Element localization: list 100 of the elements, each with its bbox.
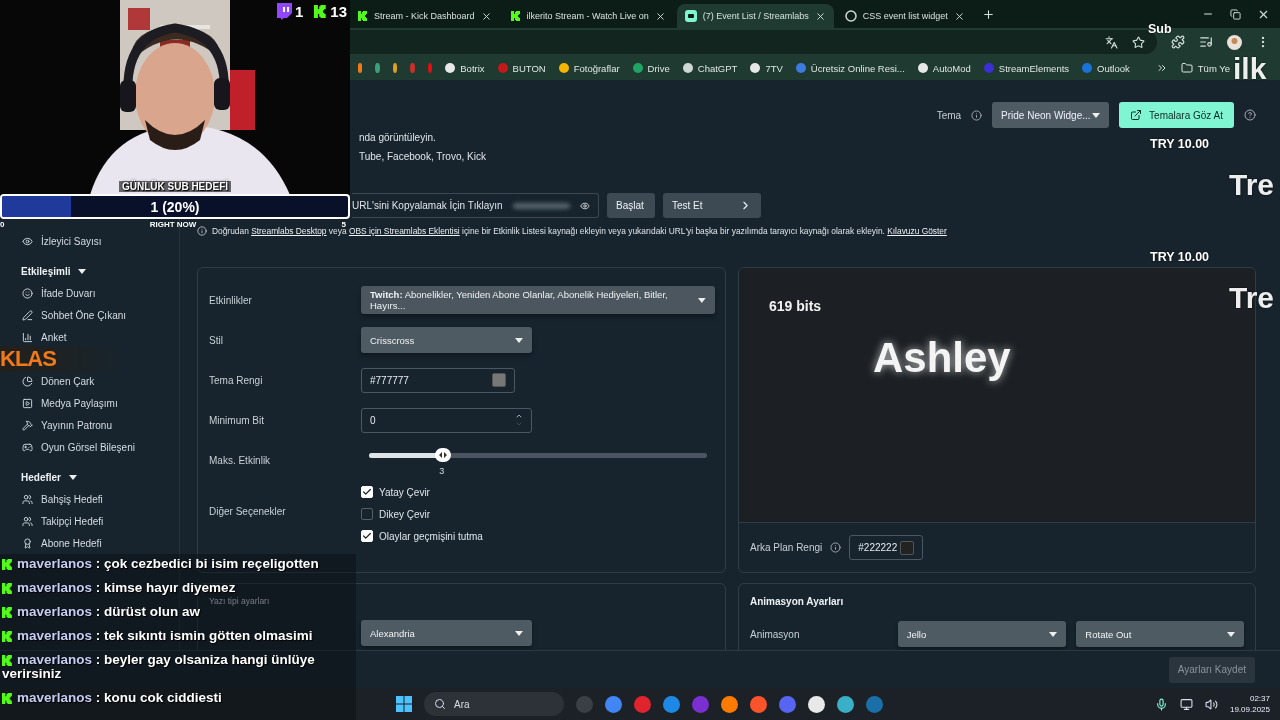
network-icon[interactable] [1179,697,1193,711]
pie-chart-icon [22,375,33,387]
overlay-text: Tre [1229,281,1275,315]
chat-message: maverlanos : çok cezbedici bi isim reçeligotten [2,557,354,571]
caret-icon [515,337,523,343]
logo-icon [314,5,328,18]
sidebar-item[interactable]: Anket [0,326,179,348]
clock[interactable]: 02:37 19.09.2025 [1229,693,1270,715]
puzzle-icon[interactable] [1171,35,1185,49]
sidebar-item[interactable]: İzleyici Sayısı [0,230,179,252]
sidebar-item[interactable]: Medya Paylaşımı [0,392,179,414]
volume-icon[interactable] [1204,697,1218,711]
info-text: Doğrudan Streamlabs Desktop veya OBS için Streamlabs Eklentisi içine bir Etkinlik Listesi kaynağı ekleyin veya yukarıdaki URL'yi başka bir yazılımda tarayıcı kaynağı olarak ekleyin. Kılavuzu Göster [212,226,947,236]
bookmark[interactable]: StreamElements [983,62,1070,74]
bookmark-icon[interactable] [427,63,433,73]
sidebar-section[interactable]: Hedefler [0,466,179,488]
help-link[interactable]: Kılavuzu Göster [887,226,947,236]
checkbox-option[interactable]: Olaylar geçmişini tutma [361,530,714,542]
select-field[interactable]: Twitch: Abonelikler, Yeniden Abone Olanlar, Abonelik Hediyeleri, Bitler, Hayırs... [361,286,715,314]
close-icon[interactable] [480,10,492,22]
select-field[interactable]: Rotate Out [1076,621,1244,647]
url-field[interactable]: URL'sini Kopyalamak İçin Tıklayın [352,193,599,218]
start-button[interactable]: Başlat [607,193,655,218]
setting-label: Maks. Etkinlik [209,454,272,466]
bookmark[interactable]: Fotoğraflar [558,62,620,74]
overlay-text: TRY 10.00 [1150,137,1210,151]
browser-tab[interactable]: CSS event list widget [836,4,973,28]
users-icon [22,493,33,505]
sidebar-item[interactable]: Yayının Patronu [0,414,179,436]
chat-message: maverlanos : tek sıkıntı ismin götten olmasimi [2,629,354,643]
stepper-icon[interactable] [515,412,523,428]
folder-icon [1180,62,1193,74]
checkbox-option[interactable]: Yatay Çevir [361,486,714,498]
color-field[interactable]: #222222 [849,535,924,560]
playlist-icon[interactable] [1199,35,1213,49]
app-icon[interactable] [837,695,854,713]
slider-thumb[interactable] [435,448,452,462]
theme-select[interactable]: Pride Neon Widge... [992,102,1110,128]
bookmark-icon[interactable] [392,63,398,73]
bookmark[interactable]: 7TV [750,62,783,74]
bookmark-icon[interactable] [375,63,380,73]
setting-label: Stil [209,334,224,346]
browser-tab[interactable]: (7) Event List / Streamlabs [676,4,834,28]
close-icon[interactable] [953,10,965,22]
bookmark[interactable]: AutoMod [917,62,971,74]
search-field[interactable]: Ara [424,692,564,716]
pen-icon [22,309,33,321]
bookmark-folder[interactable]: Tüm Ye [1180,62,1231,74]
sidebar-section[interactable]: Etkileşimli [0,260,179,282]
logo-icon [358,11,368,21]
select-field[interactable]: Alexandria [361,620,532,646]
restore-icon[interactable] [1230,7,1241,21]
sidebar-item[interactable]: Sohbet Öne Çıkanı [0,304,179,326]
help-link[interactable]: Streamlabs Desktop [251,226,327,236]
test-button[interactable]: Test Et [663,193,761,218]
star-icon[interactable] [1132,35,1145,49]
help-icon[interactable] [1244,109,1256,121]
color-field[interactable]: #777777 [361,367,515,393]
bookmark[interactable]: Botrix [445,62,485,74]
app-icon[interactable] [808,695,825,713]
sidebar-item[interactable]: Abone Hedefi [0,532,179,554]
goal-caption: RIGHT NOW [149,220,197,229]
help-link[interactable]: OBS için Streamlabs Eklentisi [348,226,460,236]
browser-tab[interactable]: Stream - Kick Dashboard [350,4,500,28]
site-icon [844,10,857,22]
sidebar-item[interactable]: Dönen Çark [0,370,179,392]
checkbox[interactable] [361,508,373,520]
sidebar-item[interactable]: İfade Duvarı [0,282,179,304]
check-icon [362,487,372,497]
chevrons-icon[interactable] [1155,62,1168,74]
avatar-icon[interactable] [1227,34,1242,50]
browser-tab[interactable]: ilkerito Stream - Watch Live on [502,4,674,28]
sidebar-item[interactable]: Bahşiş Hedefi [0,488,179,510]
setting-label: Diğer Seçenekler [209,505,287,517]
caret-icon [698,297,706,303]
bookmark-icon[interactable] [358,63,363,73]
bookmark[interactable]: Ücretsiz Online Resi... [795,62,905,74]
bookmark[interactable]: ChatGPT [682,62,738,74]
mic-icon[interactable] [1154,697,1168,711]
bookmark[interactable]: Drive [632,62,670,74]
browse-themes-button[interactable]: Temalara Göz At [1119,102,1234,128]
bookmark[interactable]: BUTON [497,62,546,74]
caret-icon [1092,112,1101,118]
goal-start: 0 [0,220,5,229]
number-field[interactable]: 0 [361,407,532,433]
app-icon[interactable] [721,695,738,713]
setting-label: Tema Rengi [209,374,264,386]
close-icon[interactable] [814,10,826,22]
select-field[interactable]: Crisscross [361,327,532,353]
windows-icon[interactable] [396,696,412,712]
caret-icon [78,268,87,274]
bookmark[interactable]: Outlook [1082,62,1130,74]
new-tab-icon[interactable] [981,7,995,21]
section-label: Yazı tipi ayarları [209,596,271,606]
select-field[interactable]: Jello [897,621,1067,647]
sidebar-item[interactable]: Takipçi Hedefi [0,510,179,532]
close-icon[interactable] [654,10,666,22]
sidebar-item[interactable]: Oyun Görsel Bileşeni [0,436,179,458]
checkbox-option[interactable]: Dikey Çevir [361,508,714,520]
translate-icon[interactable] [1105,35,1118,49]
